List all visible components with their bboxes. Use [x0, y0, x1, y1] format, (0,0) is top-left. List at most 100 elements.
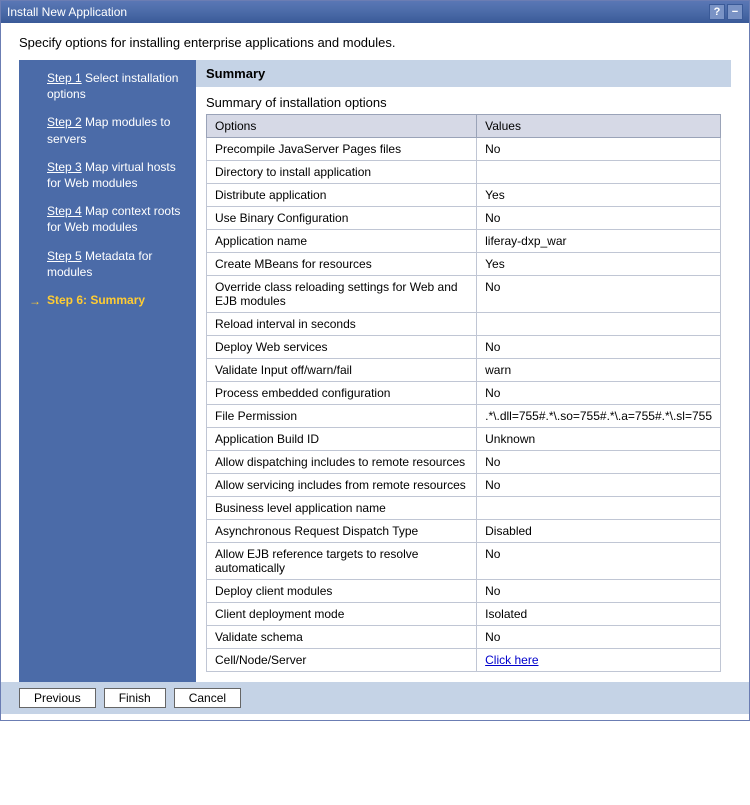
col-values: Values [477, 115, 721, 138]
option-cell: Deploy Web services [207, 336, 477, 359]
table-row: Deploy client modulesNo [207, 580, 721, 603]
option-cell: Deploy client modules [207, 580, 477, 603]
value-cell: Isolated [477, 603, 721, 626]
value-cell: Yes [477, 253, 721, 276]
cancel-button[interactable]: Cancel [174, 688, 241, 708]
option-cell: Reload interval in seconds [207, 313, 477, 336]
table-row: File Permission.*\.dll=755#.*\.so=755#.*… [207, 405, 721, 428]
table-row: Client deployment modeIsolated [207, 603, 721, 626]
table-row: Business level application name [207, 497, 721, 520]
step-current-label: Step 6: Summary [47, 293, 145, 307]
option-cell: Application Build ID [207, 428, 477, 451]
value-cell [477, 313, 721, 336]
step-6-current: → Step 6: Summary [33, 292, 186, 308]
value-cell [477, 497, 721, 520]
value-cell: warn [477, 359, 721, 382]
option-cell: Precompile JavaServer Pages files [207, 138, 477, 161]
option-cell: Application name [207, 230, 477, 253]
option-cell: Allow servicing includes from remote res… [207, 474, 477, 497]
option-cell: File Permission [207, 405, 477, 428]
table-row: Asynchronous Request Dispatch TypeDisabl… [207, 520, 721, 543]
value-cell: No [477, 580, 721, 603]
option-cell: Allow dispatching includes to remote res… [207, 451, 477, 474]
window-title: Install New Application [7, 5, 127, 19]
main-header: Summary [196, 60, 731, 87]
table-row: Cell/Node/Server Click here [207, 649, 721, 672]
value-cell: No [477, 276, 721, 313]
value-cell: No [477, 451, 721, 474]
step-4[interactable]: Step 4 Map context roots for Web modules [33, 203, 186, 235]
table-row: Validate Input off/warn/failwarn [207, 359, 721, 382]
step-link[interactable]: Step 2 [47, 115, 82, 129]
table-row: Deploy Web servicesNo [207, 336, 721, 359]
option-cell: Override class reloading settings for We… [207, 276, 477, 313]
value-cell: No [477, 474, 721, 497]
option-cell: Process embedded configuration [207, 382, 477, 405]
arrow-icon: → [29, 293, 41, 309]
content-wrap: Step 1 Select installation options Step … [19, 60, 731, 682]
option-cell: Validate Input off/warn/fail [207, 359, 477, 382]
value-cell[interactable]: Click here [477, 649, 721, 672]
option-cell: Asynchronous Request Dispatch Type [207, 520, 477, 543]
step-5[interactable]: Step 5 Metadata for modules [33, 248, 186, 280]
option-cell: Allow EJB reference targets to resolve a… [207, 543, 477, 580]
options-table: Options Values Precompile JavaServer Pag… [206, 114, 721, 672]
table-row: Application nameliferay-dxp_war [207, 230, 721, 253]
cell-node-server-link[interactable]: Click here [485, 653, 538, 667]
step-link[interactable]: Step 1 [47, 71, 82, 85]
table-row: Directory to install application [207, 161, 721, 184]
option-cell: Client deployment mode [207, 603, 477, 626]
value-cell: liferay-dxp_war [477, 230, 721, 253]
wizard-sidebar: Step 1 Select installation options Step … [19, 60, 196, 682]
button-bar: Previous Finish Cancel [1, 682, 749, 714]
table-row: Distribute applicationYes [207, 184, 721, 207]
table-row: Application Build IDUnknown [207, 428, 721, 451]
step-link[interactable]: Step 4 [47, 204, 82, 218]
value-cell: No [477, 336, 721, 359]
table-row: Create MBeans for resourcesYes [207, 253, 721, 276]
table-row: Process embedded configurationNo [207, 382, 721, 405]
option-cell: Validate schema [207, 626, 477, 649]
option-cell: Business level application name [207, 497, 477, 520]
titlebar-icons: ? − [709, 4, 743, 20]
value-cell [477, 161, 721, 184]
value-cell: .*\.dll=755#.*\.so=755#.*\.a=755#.*\.sl=… [477, 405, 721, 428]
option-cell: Directory to install application [207, 161, 477, 184]
table-row: Use Binary ConfigurationNo [207, 207, 721, 230]
option-cell: Distribute application [207, 184, 477, 207]
titlebar: Install New Application ? − [1, 1, 749, 23]
table-row: Precompile JavaServer Pages filesNo [207, 138, 721, 161]
table-row: Validate schemaNo [207, 626, 721, 649]
value-cell: No [477, 626, 721, 649]
previous-button[interactable]: Previous [19, 688, 96, 708]
table-row: Allow servicing includes from remote res… [207, 474, 721, 497]
install-app-window: Install New Application ? − Specify opti… [0, 0, 750, 721]
col-options: Options [207, 115, 477, 138]
value-cell: No [477, 382, 721, 405]
step-link[interactable]: Step 5 [47, 249, 82, 263]
option-cell: Create MBeans for resources [207, 253, 477, 276]
table-row: Allow dispatching includes to remote res… [207, 451, 721, 474]
value-cell: Disabled [477, 520, 721, 543]
option-cell: Use Binary Configuration [207, 207, 477, 230]
finish-button[interactable]: Finish [104, 688, 166, 708]
help-icon[interactable]: ? [709, 4, 725, 20]
table-row: Override class reloading settings for We… [207, 276, 721, 313]
step-2[interactable]: Step 2 Map modules to servers [33, 114, 186, 146]
intro-text: Specify options for installing enterpris… [1, 23, 749, 60]
step-link[interactable]: Step 3 [47, 160, 82, 174]
minimize-icon[interactable]: − [727, 4, 743, 20]
step-1[interactable]: Step 1 Select installation options [33, 70, 186, 102]
value-cell: No [477, 207, 721, 230]
option-cell: Cell/Node/Server [207, 649, 477, 672]
value-cell: No [477, 138, 721, 161]
value-cell: Yes [477, 184, 721, 207]
main-panel: Summary Summary of installation options … [196, 60, 731, 682]
value-cell: No [477, 543, 721, 580]
table-row: Allow EJB reference targets to resolve a… [207, 543, 721, 580]
summary-subtitle: Summary of installation options [206, 95, 721, 110]
main-body: Summary of installation options Options … [196, 87, 731, 682]
table-row: Reload interval in seconds [207, 313, 721, 336]
step-3[interactable]: Step 3 Map virtual hosts for Web modules [33, 159, 186, 191]
value-cell: Unknown [477, 428, 721, 451]
